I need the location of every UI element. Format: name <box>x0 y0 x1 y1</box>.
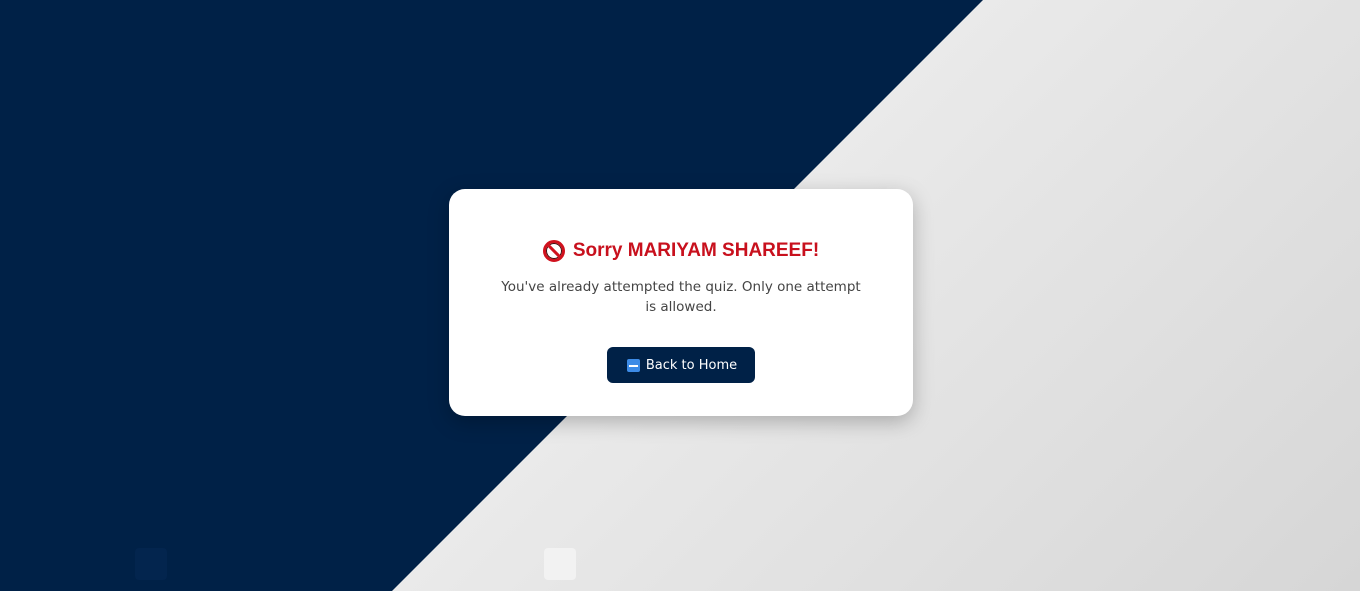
card-title: Sorry MARIYAM SHAREEF! <box>449 239 913 263</box>
back-to-home-button[interactable]: Back to Home <box>606 347 756 383</box>
decorative-square-right <box>544 548 576 580</box>
card-message: You've already attempted the quiz. Only … <box>501 279 861 315</box>
decorative-square-left <box>135 548 167 580</box>
attempt-blocked-card: Sorry MARIYAM SHAREEF! You've already at… <box>449 189 913 416</box>
card-title-text: Sorry MARIYAM SHAREEF! <box>572 240 820 261</box>
back-icon <box>626 358 640 372</box>
prohibited-icon <box>542 240 565 262</box>
back-to-home-label: Back to Home <box>645 357 738 373</box>
